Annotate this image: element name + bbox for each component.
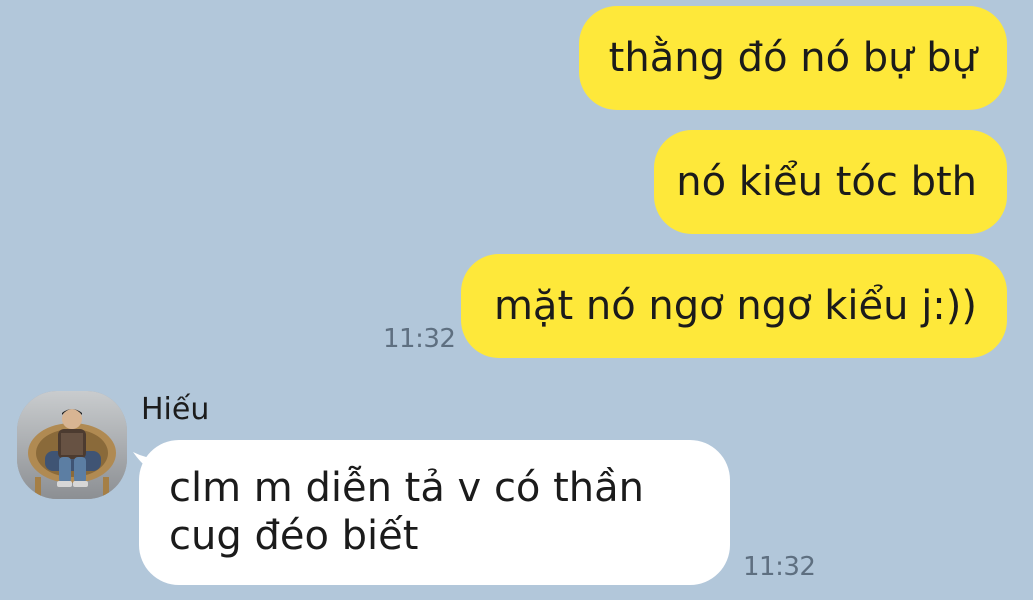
outgoing-message[interactable]: nó kiểu tóc bth xyxy=(654,130,1007,234)
user-photo-avatar-icon xyxy=(17,391,127,499)
message-timestamp: 11:32 xyxy=(383,324,456,354)
message-line: cug đéo biết xyxy=(169,513,419,559)
sender-avatar[interactable] xyxy=(17,391,127,499)
message-timestamp: 11:32 xyxy=(743,552,816,582)
chat-view: thằng đó nó bự bự nó kiểu tóc bth mặt nó… xyxy=(0,0,1033,600)
outgoing-message[interactable]: mặt nó ngơ ngơ kiểu j:)) xyxy=(461,254,1007,358)
sender-name[interactable]: Hiếu xyxy=(141,392,209,427)
message-line: clm m diễn tả v có thần xyxy=(169,465,645,511)
incoming-message[interactable]: clm m diễn tả v có thần cug đéo biết xyxy=(139,440,730,585)
outgoing-message[interactable]: thằng đó nó bự bự xyxy=(579,6,1007,110)
